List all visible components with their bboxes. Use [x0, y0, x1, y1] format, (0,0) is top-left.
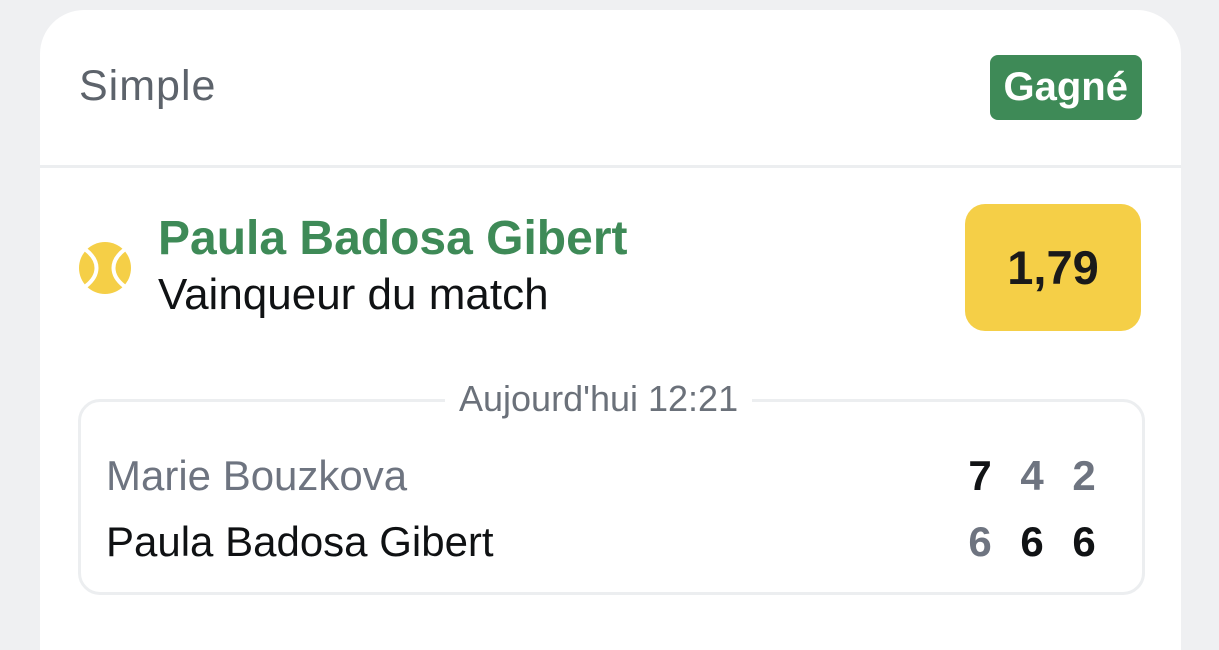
selection-name: Paula Badosa Gibert	[158, 212, 628, 265]
status-badge: Gagné	[989, 55, 1142, 120]
player-row: Paula Badosa Gibert 6 6 6	[106, 518, 1116, 574]
tennis-ball-icon	[79, 242, 131, 294]
set-score: 6	[968, 518, 992, 565]
match-scoreboard: Aujourd'hui 12:21 Marie Bouzkova 7 4 2 P…	[78, 378, 1145, 595]
market-name: Vainqueur du match	[158, 270, 549, 319]
set-score: 6	[1072, 518, 1096, 565]
player-name: Paula Badosa Gibert	[106, 518, 494, 565]
bet-type-label: Simple	[79, 62, 217, 110]
player-row: Marie Bouzkova 7 4 2	[106, 452, 1116, 508]
match-time: Aujourd'hui 12:21	[445, 378, 753, 420]
set-score: 2	[1072, 452, 1096, 499]
player-name: Marie Bouzkova	[106, 452, 408, 499]
selection-row: Paula Badosa Gibert Vainqueur du match 1…	[78, 200, 1141, 340]
odds-badge: 1,79	[965, 204, 1141, 331]
set-score: 4	[1020, 452, 1044, 499]
bet-card-header: Simple Gagné	[40, 10, 1181, 168]
bet-card: Simple Gagné Paula Badosa Gibert Vainque…	[40, 10, 1181, 650]
set-score: 6	[1020, 518, 1044, 565]
set-score: 7	[968, 452, 992, 499]
